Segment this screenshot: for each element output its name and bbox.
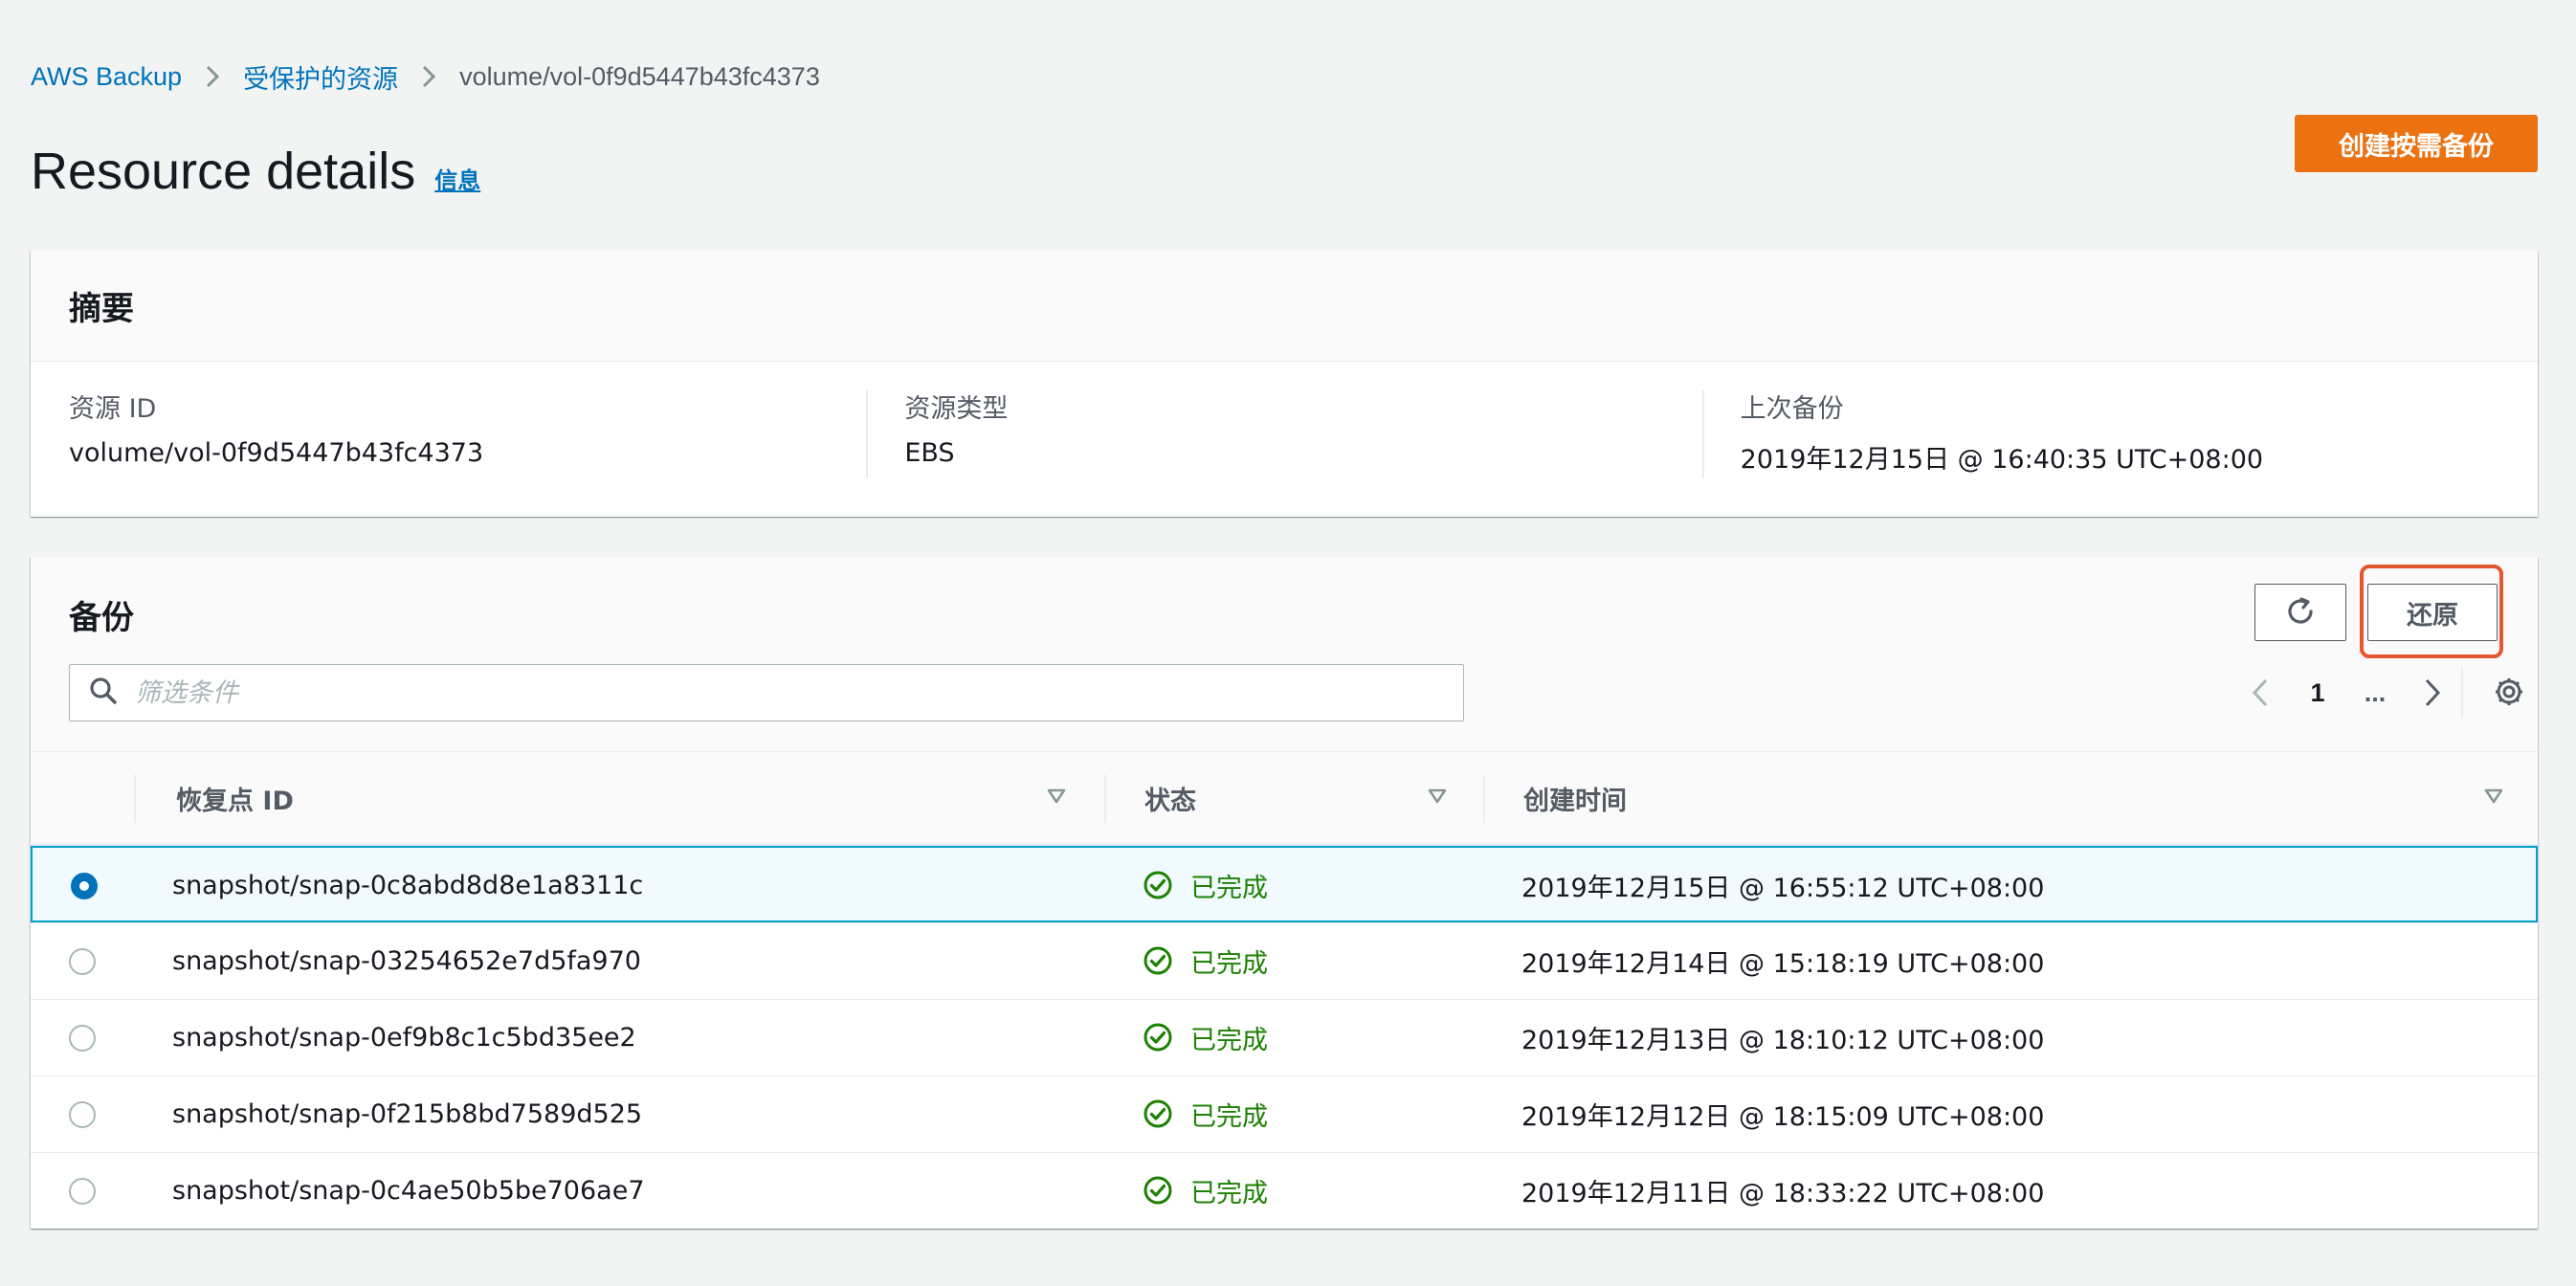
summary-field-resource-type: 资源类型 EBS [866, 390, 1701, 478]
page-number-button[interactable]: 1 [2289, 664, 2346, 721]
table-row[interactable]: snapshot/snap-0f215b8bd7589d525 已完成 2019… [31, 1075, 2538, 1152]
info-link[interactable]: 信息 [434, 162, 480, 195]
caret-down-icon[interactable] [1428, 788, 1447, 809]
status-cell: 已完成 [1143, 848, 1268, 922]
caret-down-icon[interactable] [1047, 788, 1066, 809]
creation-time: 2019年12月11日 @ 18:33:22 UTC+08:00 [1521, 1178, 2045, 1208]
backups-panel: 备份 还原 1 ... [31, 557, 2538, 1229]
pagination-divider [2461, 668, 2463, 718]
breadcrumb-aws-backup[interactable]: AWS Backup [31, 62, 182, 92]
chevron-right-icon [2425, 678, 2441, 707]
row-radio-button[interactable] [69, 1178, 96, 1205]
creation-time: 2019年12月12日 @ 18:15:09 UTC+08:00 [1521, 1101, 2045, 1132]
chevron-right-icon [421, 64, 436, 89]
summary-panel: 摘要 资源 ID volume/vol-0f9d5447b43fc4373 资源… [31, 251, 2538, 517]
page-header: Resource details 信息 [31, 142, 480, 201]
chevron-left-icon [2252, 678, 2268, 707]
check-circle-icon [1144, 1099, 1172, 1128]
search-icon [89, 676, 118, 710]
row-radio-button[interactable] [69, 1025, 96, 1052]
summary-label: 资源类型 [904, 394, 1009, 424]
status-text: 已完成 [1190, 1101, 1268, 1132]
table-row[interactable]: snapshot/snap-0c8abd8d8e1a8311c 已完成 2019… [31, 846, 2538, 922]
summary-value: EBS [904, 438, 955, 468]
check-circle-icon [1144, 1176, 1172, 1205]
column-divider [134, 775, 136, 823]
summary-value: 2019年12月15日 @ 16:40:35 UTC+08:00 [1740, 445, 2264, 475]
summary-title: 摘要 [69, 290, 134, 328]
row-radio-button[interactable] [69, 948, 96, 975]
column-header-status[interactable]: 状态 [1144, 752, 1196, 844]
table-settings-button[interactable] [2480, 664, 2538, 721]
refresh-button[interactable] [2254, 584, 2346, 641]
create-on-demand-backup-button[interactable]: 创建按需备份 [2295, 115, 2538, 172]
check-circle-icon [1144, 1023, 1172, 1052]
check-circle-icon [1144, 946, 1172, 975]
refresh-icon [2283, 594, 2318, 632]
restore-button[interactable]: 还原 [2367, 584, 2498, 641]
column-header-recovery-point-id[interactable]: 恢复点 ID [176, 752, 294, 844]
recovery-point-id: snapshot/snap-0c8abd8d8e1a8311c [172, 870, 644, 900]
summary-fields: 资源 ID volume/vol-0f9d5447b43fc4373 资源类型 … [31, 362, 2538, 478]
summary-field-last-backup: 上次备份 2019年12月15日 @ 16:40:35 UTC+08:00 [1701, 390, 2538, 478]
row-radio-button[interactable] [71, 873, 98, 899]
summary-field-resource-id: 资源 ID volume/vol-0f9d5447b43fc4373 [31, 390, 866, 476]
filter-search-box[interactable] [69, 664, 1464, 721]
backups-header: 备份 还原 1 ... [31, 557, 2538, 752]
status-cell: 已完成 [1143, 1000, 1268, 1075]
gear-icon [2493, 676, 2525, 711]
status-cell: 已完成 [1143, 923, 1268, 998]
table-row[interactable]: snapshot/snap-0ef9b8c1c5bd35ee2 已完成 2019… [31, 999, 2538, 1075]
breadcrumb-protected-resources[interactable]: 受保护的资源 [243, 58, 398, 96]
column-divider [1483, 775, 1485, 823]
status-text: 已完成 [1190, 1025, 1268, 1055]
pagination: 1 ... [2232, 664, 2461, 721]
breadcrumb: AWS Backup 受保护的资源 volume/vol-0f9d5447b43… [31, 59, 820, 94]
previous-page-button[interactable] [2232, 664, 2289, 721]
row-radio-button[interactable] [69, 1101, 96, 1128]
recovery-point-id: snapshot/snap-0f215b8bd7589d525 [172, 1098, 643, 1129]
status-cell: 已完成 [1143, 1076, 1268, 1151]
backups-title: 备份 [69, 599, 134, 637]
recovery-point-id: snapshot/snap-0ef9b8c1c5bd35ee2 [172, 1022, 636, 1053]
recovery-point-id: snapshot/snap-0c4ae50b5be706ae7 [172, 1175, 645, 1206]
creation-time: 2019年12月14日 @ 15:18:19 UTC+08:00 [1521, 948, 2045, 979]
caret-down-icon[interactable] [2484, 788, 2503, 809]
creation-time: 2019年12月13日 @ 18:10:12 UTC+08:00 [1521, 1025, 2045, 1055]
creation-time: 2019年12月15日 @ 16:55:12 UTC+08:00 [1521, 873, 2045, 903]
breadcrumb-current: volume/vol-0f9d5447b43fc4373 [459, 61, 820, 91]
page-ellipsis: ... [2364, 677, 2387, 707]
table-header: 恢复点 ID 状态 创建时间 [31, 752, 2538, 846]
column-header-creation-time[interactable]: 创建时间 [1523, 752, 1627, 844]
next-page-button[interactable] [2404, 664, 2461, 721]
page-title: Resource details [31, 143, 416, 200]
summary-label: 上次备份 [1740, 394, 1844, 424]
summary-label: 资源 ID [69, 394, 157, 424]
status-text: 已完成 [1190, 873, 1268, 903]
status-cell: 已完成 [1143, 1153, 1268, 1228]
summary-value: volume/vol-0f9d5447b43fc4373 [69, 438, 484, 468]
table-row[interactable]: snapshot/snap-03254652e7d5fa970 已完成 2019… [31, 922, 2538, 999]
filter-input[interactable] [135, 677, 1379, 708]
status-text: 已完成 [1190, 948, 1268, 979]
check-circle-icon [1144, 871, 1172, 899]
recovery-point-id: snapshot/snap-03254652e7d5fa970 [172, 945, 641, 976]
chevron-right-icon [205, 64, 220, 89]
status-text: 已完成 [1190, 1178, 1268, 1208]
table-row[interactable]: snapshot/snap-0c4ae50b5be706ae7 已完成 2019… [31, 1152, 2538, 1229]
summary-header: 摘要 [31, 251, 2538, 362]
column-divider [1104, 775, 1106, 823]
